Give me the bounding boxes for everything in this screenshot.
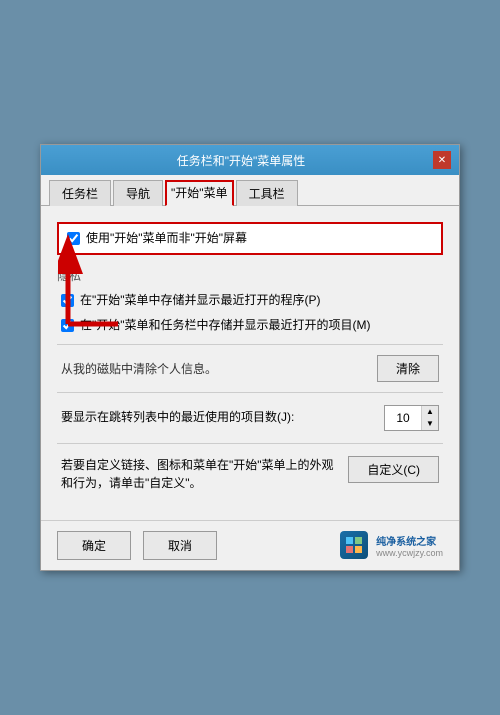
checkbox-row-1: 在"开始"菜单中存储并显示最近打开的程序(P) [57,292,443,309]
use-start-menu-box: 使用"开始"菜单而非"开始"屏幕 [57,222,443,255]
tabs-bar: 任务栏 导航 "开始"菜单 工具栏 [41,175,459,206]
customize-text: 若要自定义链接、图标和菜单在"开始"菜单上的外观和行为，请单击"自定义"。 [61,456,338,492]
tab-start-menu[interactable]: "开始"菜单 [165,180,234,206]
spinner-up-button[interactable]: ▲ [422,406,438,418]
close-button[interactable]: ✕ [433,151,451,169]
recent-programs-label: 在"开始"菜单中存储并显示最近打开的程序(P) [80,292,321,309]
customize-row: 若要自定义链接、图标和菜单在"开始"菜单上的外观和行为，请单击"自定义"。 自定… [61,456,439,492]
tab-toolbar[interactable]: 工具栏 [236,180,298,206]
dialog-window: 任务栏和"开始"菜单属性 ✕ 任务栏 导航 "开始"菜单 工具栏 [40,144,460,570]
customize-button[interactable]: 自定义(C) [348,456,439,483]
title-controls: ✕ [433,151,451,169]
watermark-logo [340,531,368,559]
title-bar: 任务栏和"开始"菜单属性 ✕ [41,145,459,175]
separator-1 [57,344,443,345]
use-start-menu-checkbox[interactable] [67,232,80,245]
watermark-text: 纯净系统之家 www.ycwjzy.com [376,533,443,558]
clear-row: 从我的磁贴中清除个人信息。 清除 [61,355,439,382]
dialog-content: 使用"开始"菜单而非"开始"屏幕 隐私 在"开始"菜单中存储并显示最近打开的程序… [41,206,459,519]
spinner-down-button[interactable]: ▼ [422,418,438,430]
separator-2 [57,392,443,393]
dialog-footer: 确定 取消 纯净系统之家 www.ycwjzy.com [41,520,459,570]
separator-3 [57,443,443,444]
watermark-site-name: 纯净系统之家 [376,533,443,548]
number-label: 要显示在跳转列表中的最近使用的项目数(J): [61,409,374,426]
clear-button[interactable]: 清除 [377,355,439,382]
jump-list-input[interactable] [385,409,421,427]
use-start-menu-label: 使用"开始"菜单而非"开始"屏幕 [86,230,247,247]
tab-navigation[interactable]: 导航 [113,180,163,206]
watermark-url: www.ycwjzy.com [376,548,443,558]
privacy-title: 隐私 [57,267,443,284]
checkbox-row-2: 在"开始"菜单和任务栏中存储并显示最近打开的项目(M) [57,317,443,334]
recent-items-label: 在"开始"菜单和任务栏中存储并显示最近打开的项目(M) [80,317,371,334]
recent-items-checkbox[interactable] [61,319,74,332]
number-row: 要显示在跳转列表中的最近使用的项目数(J): ▲ ▼ [61,405,439,431]
spinner-buttons: ▲ ▼ [421,406,438,430]
recent-programs-checkbox[interactable] [61,294,74,307]
window-title: 任务栏和"开始"菜单属性 [49,152,433,169]
clear-label: 从我的磁贴中清除个人信息。 [61,360,217,377]
logo-icon [344,535,364,555]
privacy-section: 隐私 在"开始"菜单中存储并显示最近打开的程序(P) 在"开始"菜单和任务栏中存… [57,267,443,334]
cancel-button[interactable]: 取消 [143,531,217,560]
ok-button[interactable]: 确定 [57,531,131,560]
watermark-area: 纯净系统之家 www.ycwjzy.com [340,531,443,559]
jump-list-spinner: ▲ ▼ [384,405,439,431]
tab-taskbar[interactable]: 任务栏 [49,180,111,206]
